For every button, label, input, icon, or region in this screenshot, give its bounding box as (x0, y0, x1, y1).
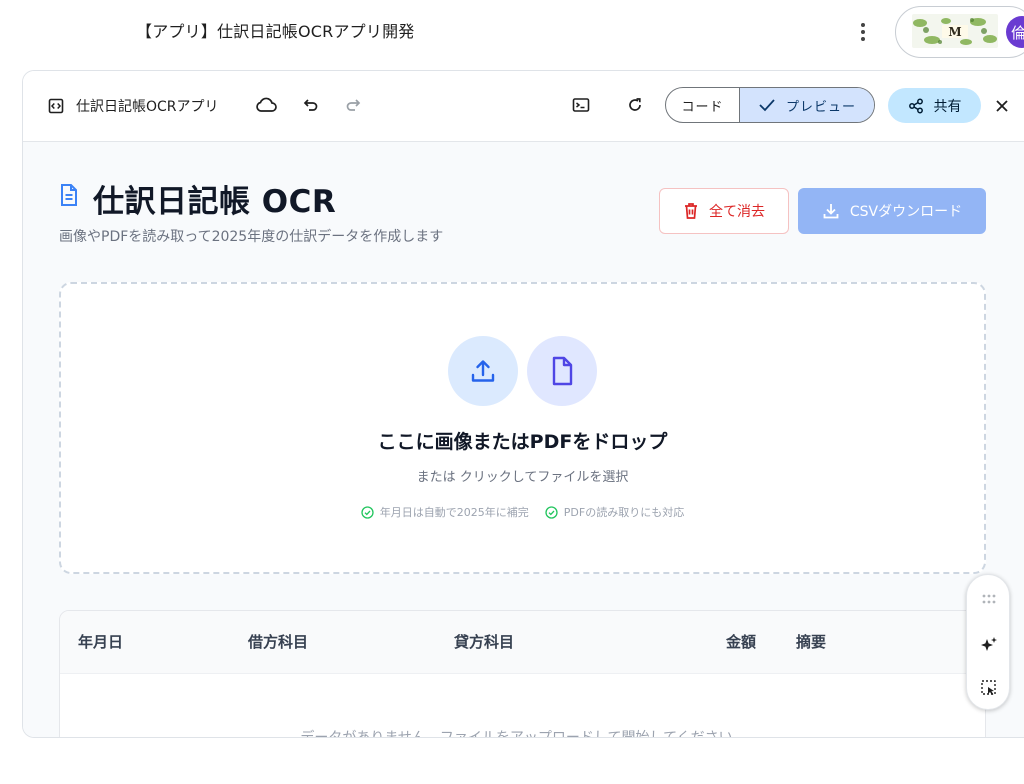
check-circle-icon (361, 505, 374, 519)
tab-preview-label: プレビュー (785, 99, 856, 115)
dropzone-note-text: PDFの読み取りにも対応 (563, 506, 685, 519)
page-subtitle: 画像やPDFを読み取って2025年度の仕訳データを作成します (59, 229, 444, 245)
column-header-memo: 摘要 (796, 633, 827, 651)
column-header-amount: 金額 (726, 633, 757, 651)
redo-icon[interactable] (341, 93, 365, 117)
file-icon (527, 336, 597, 406)
upload-icon (448, 336, 518, 406)
clear-all-label: 全て消去 (709, 204, 765, 220)
view-toggle: コード プレビュー (665, 87, 875, 123)
editor-toolbar: 仕訳日記帳OCRアプリ コード プレビュー 共有 (23, 71, 1024, 142)
dropzone-subtitle: または クリックしてファイルを選択 (416, 470, 629, 485)
app-panel: 仕訳日記帳OCRアプリ コード プレビュー 共有 仕訳日記帳 OCR 画像やPD… (22, 70, 1024, 738)
dropzone-note: 年月日は自動で2025年に補完 (361, 504, 529, 520)
preview-content: 仕訳日記帳 OCR 画像やPDFを読み取って2025年度の仕訳データを作成します… (23, 142, 1024, 738)
dropzone-notes: 年月日は自動で2025年に補完 PDFの読み取りにも対応 (61, 504, 984, 520)
dropzone-note-text: 年月日は自動で2025年に補完 (379, 506, 529, 519)
terminal-icon[interactable] (569, 93, 593, 117)
dropzone-note: PDFの読み取りにも対応 (545, 504, 684, 520)
check-icon (758, 98, 776, 112)
page-title: 仕訳日記帳 OCR (93, 184, 337, 220)
drag-handle-icon[interactable] (967, 584, 1011, 614)
code-bracket-icon (48, 98, 64, 114)
file-dropzone[interactable]: ここに画像またはPDFをドロップ または クリックしてファイルを選択 年月日は自… (59, 282, 986, 574)
empty-state-message: データがありません。ファイルをアップロードして開始してください。 (300, 730, 747, 738)
cloud-icon[interactable] (254, 93, 278, 117)
floating-toolbar (966, 574, 1010, 710)
more-vert-icon[interactable] (852, 18, 874, 46)
check-circle-icon (545, 505, 558, 519)
column-header-date: 年月日 (78, 633, 124, 651)
window-title: 【アプリ】仕訳日記帳OCRアプリ開発 (136, 22, 415, 41)
tab-code[interactable]: コード (666, 88, 739, 122)
close-icon[interactable] (989, 93, 1015, 119)
undo-icon[interactable] (299, 93, 323, 117)
share-button[interactable]: 共有 (888, 88, 981, 123)
csv-download-button[interactable]: CSVダウンロード (798, 188, 986, 234)
svg-text:M: M (948, 25, 961, 39)
download-icon (822, 202, 840, 220)
share-label: 共有 (933, 98, 962, 115)
column-header-debit: 借方科目 (248, 633, 309, 651)
refresh-icon[interactable] (623, 93, 647, 117)
organization-logo: M (912, 14, 998, 48)
app-name: 仕訳日記帳OCRアプリ (76, 99, 219, 115)
clear-all-button[interactable]: 全て消去 (659, 188, 789, 234)
sparkle-icon[interactable] (967, 630, 1011, 660)
dropzone-title: ここに画像またはPDFをドロップ (377, 431, 668, 453)
document-icon (59, 183, 79, 207)
tab-preview[interactable]: プレビュー (739, 88, 874, 122)
select-element-icon[interactable] (967, 673, 1011, 703)
trash-icon (683, 202, 699, 220)
share-icon (908, 98, 924, 114)
csv-download-label: CSVダウンロード (849, 204, 963, 220)
table-header: 年月日 借方科目 貸方科目 金額 摘要 (60, 611, 985, 674)
column-header-credit: 貸方科目 (454, 633, 515, 651)
journal-table: 年月日 借方科目 貸方科目 金額 摘要 データがありません。ファイルをアップロー… (59, 610, 986, 738)
